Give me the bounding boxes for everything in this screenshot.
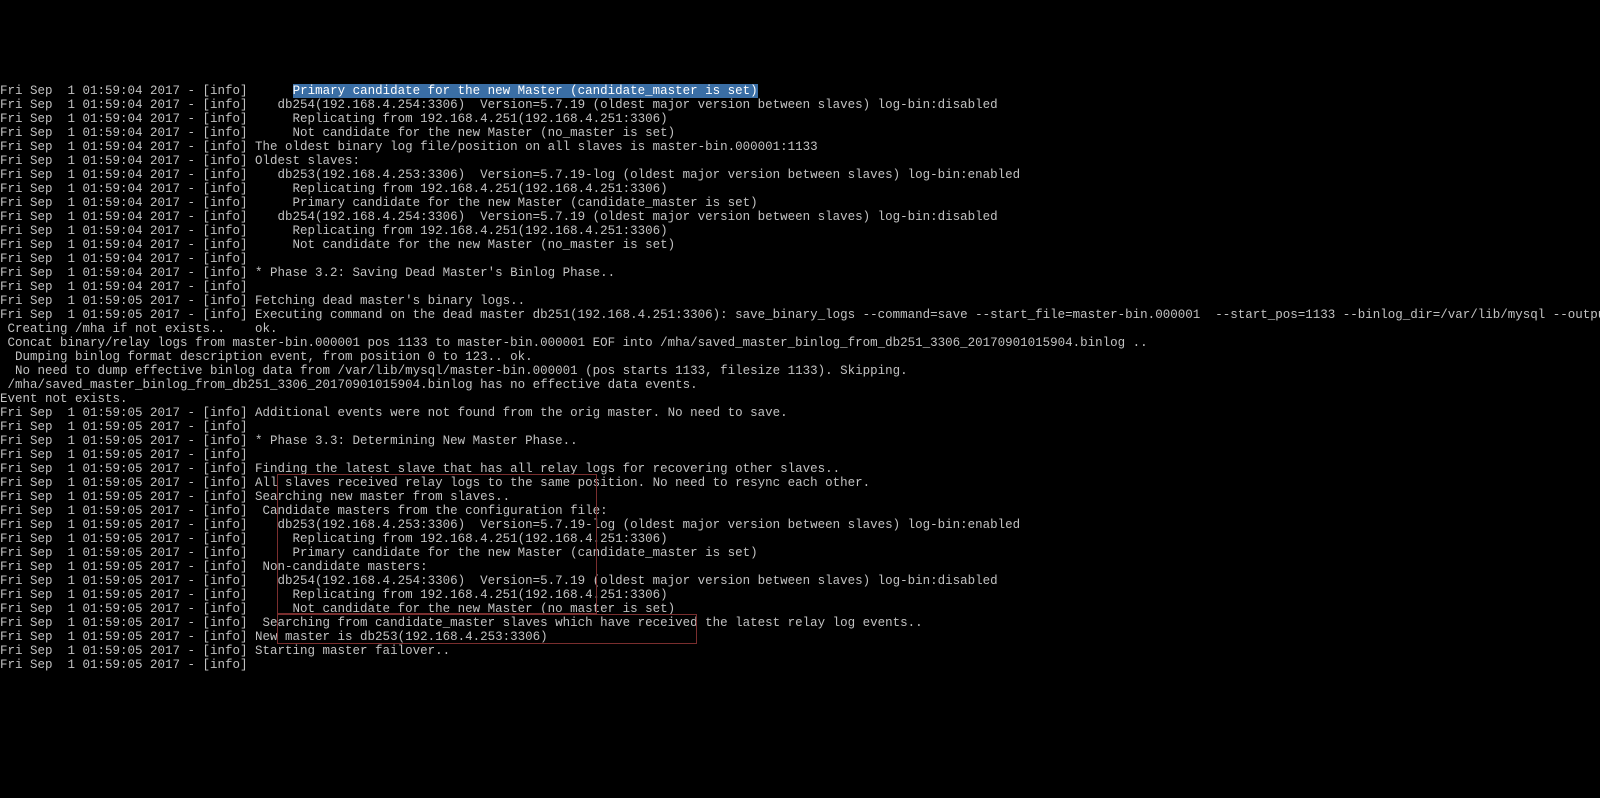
log-line: Fri Sep 1 01:59:05 2017 - [info] Executi… bbox=[0, 308, 1600, 322]
log-line: Fri Sep 1 01:59:04 2017 - [info] * Phase… bbox=[0, 266, 1600, 280]
log-line: Creating /mha if not exists.. ok. bbox=[0, 322, 1600, 336]
terminal-output[interactable]: Fri Sep 1 01:59:04 2017 - [info] Primary… bbox=[0, 84, 1600, 672]
log-prefix: Fri Sep 1 01:59:04 2017 - [info] bbox=[0, 84, 293, 98]
log-line: Fri Sep 1 01:59:04 2017 - [info] Primary… bbox=[0, 196, 1600, 210]
log-line: Fri Sep 1 01:59:05 2017 - [info] All sla… bbox=[0, 476, 1600, 490]
log-line: Fri Sep 1 01:59:05 2017 - [info] Primary… bbox=[0, 546, 1600, 560]
terminal-wrapper: Fri Sep 1 01:59:04 2017 - [info] Primary… bbox=[0, 56, 1600, 728]
log-line: Fri Sep 1 01:59:04 2017 - [info] db253(1… bbox=[0, 168, 1600, 182]
log-line: Fri Sep 1 01:59:04 2017 - [info] Replica… bbox=[0, 112, 1600, 126]
selected-text: Primary candidate for the new Master (ca… bbox=[293, 84, 758, 98]
log-line: Fri Sep 1 01:59:05 2017 - [info] Fetchin… bbox=[0, 294, 1600, 308]
log-line: Dumping binlog format description event,… bbox=[0, 350, 1600, 364]
log-line: Fri Sep 1 01:59:04 2017 - [info] Not can… bbox=[0, 238, 1600, 252]
log-line: Fri Sep 1 01:59:04 2017 - [info] bbox=[0, 252, 1600, 266]
log-line: Fri Sep 1 01:59:04 2017 - [info] Not can… bbox=[0, 126, 1600, 140]
log-line: Fri Sep 1 01:59:05 2017 - [info] Non-can… bbox=[0, 560, 1600, 574]
log-line: Fri Sep 1 01:59:04 2017 - [info] Replica… bbox=[0, 224, 1600, 238]
log-line: Fri Sep 1 01:59:05 2017 - [info] bbox=[0, 420, 1600, 434]
log-line: Fri Sep 1 01:59:05 2017 - [info] Startin… bbox=[0, 644, 1600, 658]
log-line: Fri Sep 1 01:59:04 2017 - [info] db254(1… bbox=[0, 210, 1600, 224]
log-line: Fri Sep 1 01:59:04 2017 - [info] db254(1… bbox=[0, 98, 1600, 112]
log-line: /mha/saved_master_binlog_from_db251_3306… bbox=[0, 378, 1600, 392]
log-line: Fri Sep 1 01:59:04 2017 - [info] bbox=[0, 280, 1600, 294]
log-line: Event not exists. bbox=[0, 392, 1600, 406]
log-line: Fri Sep 1 01:59:04 2017 - [info] Primary… bbox=[0, 84, 1600, 98]
log-line: Fri Sep 1 01:59:05 2017 - [info] Not can… bbox=[0, 602, 1600, 616]
log-line: Fri Sep 1 01:59:05 2017 - [info] Candida… bbox=[0, 504, 1600, 518]
log-line: Fri Sep 1 01:59:05 2017 - [info] bbox=[0, 448, 1600, 462]
log-line: Fri Sep 1 01:59:05 2017 - [info] * Phase… bbox=[0, 434, 1600, 448]
log-line: Concat binary/relay logs from master-bin… bbox=[0, 336, 1600, 350]
log-line: Fri Sep 1 01:59:05 2017 - [info] Replica… bbox=[0, 532, 1600, 546]
log-line: Fri Sep 1 01:59:04 2017 - [info] Replica… bbox=[0, 182, 1600, 196]
log-line: Fri Sep 1 01:59:05 2017 - [info] db254(1… bbox=[0, 574, 1600, 588]
log-line: Fri Sep 1 01:59:05 2017 - [info] Replica… bbox=[0, 588, 1600, 602]
log-line: Fri Sep 1 01:59:05 2017 - [info] Additio… bbox=[0, 406, 1600, 420]
log-line: Fri Sep 1 01:59:05 2017 - [info] bbox=[0, 658, 1600, 672]
log-line: Fri Sep 1 01:59:05 2017 - [info] New mas… bbox=[0, 630, 1600, 644]
log-line: Fri Sep 1 01:59:05 2017 - [info] Searchi… bbox=[0, 490, 1600, 504]
log-line: Fri Sep 1 01:59:05 2017 - [info] Searchi… bbox=[0, 616, 1600, 630]
log-line: Fri Sep 1 01:59:04 2017 - [info] Oldest … bbox=[0, 154, 1600, 168]
log-line: Fri Sep 1 01:59:04 2017 - [info] The old… bbox=[0, 140, 1600, 154]
log-line: No need to dump effective binlog data fr… bbox=[0, 364, 1600, 378]
log-line: Fri Sep 1 01:59:05 2017 - [info] Finding… bbox=[0, 462, 1600, 476]
log-line: Fri Sep 1 01:59:05 2017 - [info] db253(1… bbox=[0, 518, 1600, 532]
